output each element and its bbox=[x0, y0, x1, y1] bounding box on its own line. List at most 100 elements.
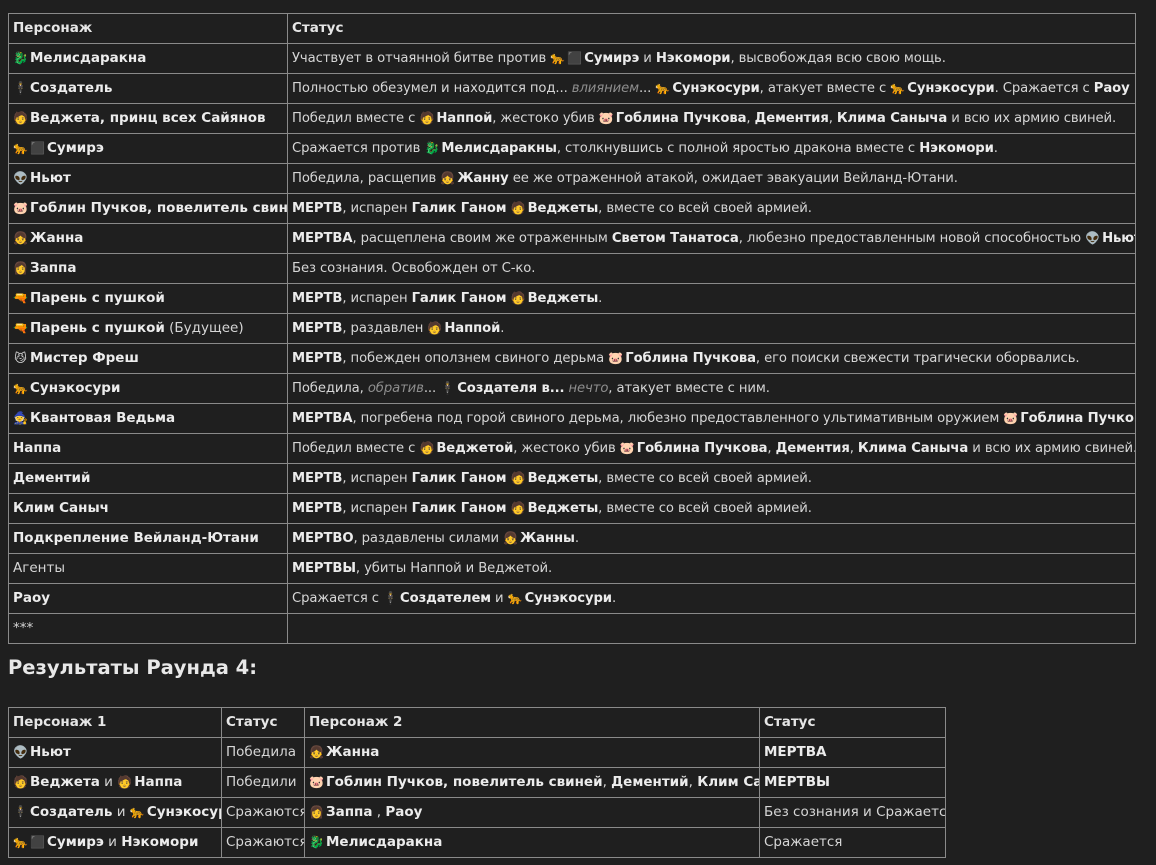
bold-name: МЕРТВА bbox=[292, 231, 353, 246]
plain-text: и bbox=[112, 804, 130, 820]
status-cell: Победил вместе с 🧑 Наппой, жестоко убив 🐷… bbox=[287, 103, 1136, 134]
plain-text: , его поиски свежести трагически оборвал… bbox=[755, 351, 1080, 366]
character-cell: Наппа bbox=[8, 433, 288, 464]
table-row: Дементий МЕРТВ, испарен Галик Ганом 🧑 Ведж… bbox=[8, 463, 1136, 494]
plain-text: ... bbox=[423, 381, 441, 396]
bold-name: Галик Ганом bbox=[411, 291, 507, 306]
italic-text: обратив bbox=[367, 381, 424, 396]
status-cell: МЕРТВА, погребена под горой свиного дерь… bbox=[287, 403, 1136, 434]
bold-name: Веджета, принц всех Сайянов bbox=[30, 110, 266, 126]
table-row: 👧 Жанна МЕРТВА, расщеплена своим же отраже… bbox=[8, 223, 1136, 254]
status-cell: Полностью обезумел и находится под... вл… bbox=[287, 73, 1136, 104]
character-cell: 🐆 Сунэкосури bbox=[8, 373, 288, 404]
alien-icon: 👽 bbox=[1085, 231, 1100, 245]
bold-name: Мелисдаракна bbox=[30, 50, 147, 66]
bold-name: МЕРТВ bbox=[292, 471, 343, 486]
bold-name: Раоу bbox=[1093, 81, 1130, 96]
bold-name: Квантовая Ведьма bbox=[30, 410, 176, 426]
character-cell: 🕴 Создатель bbox=[8, 73, 288, 104]
black-square-icon: ⬛ bbox=[567, 51, 583, 65]
plain-text: Сражается с bbox=[292, 591, 384, 606]
bold-name: Гоблина Пучкова bbox=[1020, 411, 1134, 426]
bold-name: Ньют bbox=[30, 170, 71, 186]
bold-name: Веджета bbox=[30, 774, 100, 790]
plain-text: Сражается против bbox=[292, 141, 425, 156]
character-cell: Раоу bbox=[8, 583, 288, 614]
person-icon: 🧑 bbox=[117, 775, 133, 789]
bold-name: Парень с пушкой bbox=[30, 320, 165, 336]
bold-name: Сунэкосури bbox=[672, 81, 760, 96]
mage-icon: 🧙 bbox=[13, 411, 28, 425]
plain-text: , столкнувшись с полной яростью дракона … bbox=[556, 141, 920, 156]
dragon-icon: 🐉 bbox=[13, 51, 28, 65]
smirking-cat-icon: 😼 bbox=[14, 351, 27, 365]
character-cell: 👽 Ньют bbox=[8, 163, 288, 194]
plain-text: и bbox=[99, 774, 118, 790]
plain-text: , побежден оползнем свиного дерьма bbox=[342, 351, 609, 366]
character-cell: Подкрепление Вейланд-Ютани bbox=[8, 523, 288, 554]
plain-text: , bbox=[849, 441, 858, 456]
table-header-row: Персонаж Статус bbox=[8, 13, 1136, 44]
status-2-cell: Сражается bbox=[759, 827, 946, 858]
bold-name: Клим Саныч bbox=[697, 774, 758, 790]
plain-text: . Сражается с bbox=[994, 81, 1094, 96]
person-icon: 🧑 bbox=[419, 111, 435, 125]
table-row: 👽 Ньют Победила 👧 Жанна МЕРТВА bbox=[8, 737, 946, 768]
plain-text: Победила, bbox=[292, 381, 368, 396]
character-2-cell: 🐷 Гоблин Пучков, повелитель свиней, Демен… bbox=[304, 767, 760, 798]
character-cell: Дементий bbox=[8, 463, 288, 494]
bold-name: МЕРТВ bbox=[292, 321, 343, 336]
header-status-1: Статус bbox=[221, 707, 305, 738]
bold-name: МЕРТВЫ bbox=[292, 561, 356, 576]
plain-text: Участвует в отчаянной битве против bbox=[292, 51, 551, 66]
plain-text: , испарен bbox=[342, 501, 412, 516]
plain-text: Сражается bbox=[764, 834, 843, 850]
plain-text: (Будущее) bbox=[164, 320, 244, 336]
italic-text: нечто bbox=[568, 381, 609, 396]
plain-text: Победил вместе с bbox=[292, 111, 420, 126]
alien-icon: 👽 bbox=[13, 171, 28, 185]
plain-text: . bbox=[500, 321, 505, 336]
plain-text: и всю их армию свиней. bbox=[947, 111, 1117, 126]
status-cell bbox=[287, 613, 1136, 644]
table-row: 👽 Ньют Победила, расщепив 👧 Жанну ее же отр… bbox=[8, 163, 1136, 194]
dragon-icon: 🐉 bbox=[309, 835, 324, 849]
plain-text: , высвобождая всю свою мощь. bbox=[730, 51, 946, 66]
plain-text: . bbox=[598, 291, 603, 306]
table-row: *** bbox=[8, 613, 1136, 644]
plain-text: , испарен bbox=[342, 471, 412, 486]
bold-name: Ньют bbox=[30, 744, 71, 760]
leopard-icon: 🐆 bbox=[13, 381, 28, 395]
table-row: Подкрепление Вейланд-Ютани МЕРТВО, раздав… bbox=[8, 523, 1136, 554]
character-cell: Агенты bbox=[8, 553, 288, 584]
character-2-cell: 👧 Жанна bbox=[304, 737, 760, 768]
character-cell: 🐷 Гоблин Пучков, повелитель свиней bbox=[8, 193, 288, 224]
table-row: 🐆 ⬛ Сумирэ Сражается против 🐉 Мелисдаракны, … bbox=[8, 133, 1136, 164]
bold-name: Галик Ганом bbox=[411, 501, 507, 516]
leopard-icon: 🐆 bbox=[550, 51, 566, 65]
woman-icon: 👩 bbox=[13, 261, 28, 275]
header-character-1: Персонаж 1 bbox=[8, 707, 222, 738]
person-icon: 🧑 bbox=[510, 471, 526, 485]
person-icon: 🧑 bbox=[13, 111, 28, 125]
header-character: Персонаж bbox=[8, 13, 288, 44]
person-icon: 🧑 bbox=[510, 201, 526, 215]
pig-face-icon: 🐷 bbox=[309, 775, 324, 789]
table-row: Клим Саныч МЕРТВ, испарен Галик Ганом 🧑 Ве… bbox=[8, 493, 1136, 524]
character-cell: 🔫 Парень с пушкой (Будущее) bbox=[8, 313, 288, 344]
status-1-cell: Победила bbox=[221, 737, 305, 768]
character-cell: *** bbox=[8, 613, 288, 644]
status-cell: Победил вместе с 🧑 Веджетой, жестоко убив… bbox=[287, 433, 1136, 464]
plain-text: , атакует вместе с ним. bbox=[608, 381, 770, 396]
plain-text: , bbox=[372, 804, 386, 820]
status-cell: МЕРТВ, раздавлен 🧑 Наппой. bbox=[287, 313, 1136, 344]
bold-name: Клима Саныча bbox=[857, 441, 969, 456]
bold-name: МЕРТВО bbox=[292, 531, 354, 546]
bold-name: Веджеты bbox=[527, 471, 599, 486]
status-2-cell: МЕРТВА bbox=[759, 737, 946, 768]
alien-icon: 👽 bbox=[13, 745, 28, 759]
bold-name: Гоблина Пучкова bbox=[625, 351, 756, 366]
status-cell: МЕРТВ, испарен Галик Ганом 🧑 Веджеты, вме… bbox=[287, 493, 1136, 524]
levitating-man-icon: 🕴 bbox=[13, 805, 28, 819]
bold-name: Сумирэ bbox=[47, 834, 104, 850]
